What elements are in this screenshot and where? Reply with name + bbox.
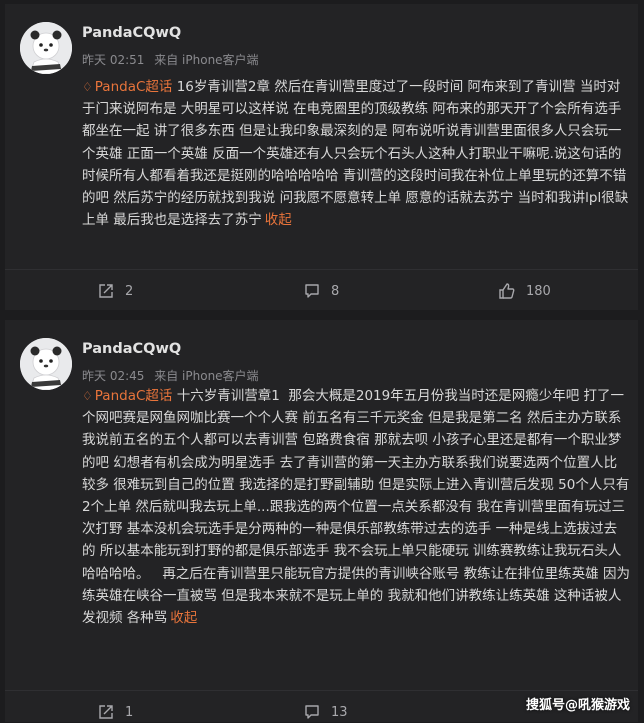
watermark: 搜狐号@吼猴游戏	[525, 698, 630, 713]
collapse-link[interactable]: 收起	[170, 610, 197, 626]
diamond-tag-icon: ♢	[82, 389, 93, 403]
comment-count: 8	[331, 283, 340, 299]
post-meta: 昨天 02:45 来自 iPhone客户端	[82, 367, 265, 384]
comment-count: 13	[331, 704, 348, 720]
supertopic-tag[interactable]: PandaC超话	[95, 79, 173, 95]
post-meta: 昨天 02:51 来自 iPhone客户端	[82, 51, 265, 68]
thumbs-up-icon	[499, 283, 515, 299]
repost-button[interactable]: 1	[97, 703, 133, 721]
like-button[interactable]: 180	[498, 282, 551, 300]
repost-button[interactable]: 2	[97, 282, 133, 300]
username[interactable]: PandaCQwQ	[82, 341, 181, 357]
post-body: ♢ PandaC超话 十六岁青训营章1 那会大概是2019年五月份我当时还是网瘾少…	[82, 385, 630, 629]
post-time: 昨天 02:45	[82, 369, 145, 383]
panda-avatar-icon	[20, 22, 72, 74]
share-icon	[99, 284, 113, 298]
repost-count: 2	[125, 283, 134, 299]
post-text: 十六岁青训营章1 那会大概是2019年五月份我当时还是网瘾少年吧 打了一个网吧赛…	[82, 388, 630, 627]
action-bar: 2 8 180	[5, 269, 638, 311]
post-body: ♢ PandaC超话 16岁青训营2章 然后在青训营里度过了一段时间 阿布来到了青…	[82, 76, 630, 231]
weibo-post-2: PandaCQwQ 昨天 02:45 来自 iPhone客户端 ♢ PandaC超…	[5, 320, 638, 722]
avatar[interactable]	[20, 22, 72, 74]
post-time: 昨天 02:51	[82, 53, 145, 67]
diamond-tag-icon: ♢	[82, 80, 93, 94]
comment-icon	[305, 705, 319, 719]
username[interactable]: PandaCQwQ	[82, 25, 181, 41]
weibo-post-1: PandaCQwQ 昨天 02:51 来自 iPhone客户端 ♢ PandaC超…	[5, 4, 638, 310]
collapse-link[interactable]: 收起	[265, 212, 292, 228]
post-source: 来自 iPhone客户端	[154, 53, 259, 67]
avatar[interactable]	[20, 338, 72, 390]
panda-avatar-icon	[20, 338, 72, 390]
post-source: 来自 iPhone客户端	[154, 369, 259, 383]
share-icon	[99, 705, 113, 719]
like-count: 180	[526, 283, 551, 299]
repost-count: 1	[125, 704, 134, 720]
comment-button[interactable]: 13	[303, 703, 348, 721]
supertopic-tag[interactable]: PandaC超话	[95, 388, 173, 404]
comment-button[interactable]: 8	[303, 282, 339, 300]
post-text: 16岁青训营2章 然后在青训营里度过了一段时间 阿布来到了青训营 当时对于门来说…	[82, 79, 629, 229]
comment-icon	[305, 284, 319, 298]
